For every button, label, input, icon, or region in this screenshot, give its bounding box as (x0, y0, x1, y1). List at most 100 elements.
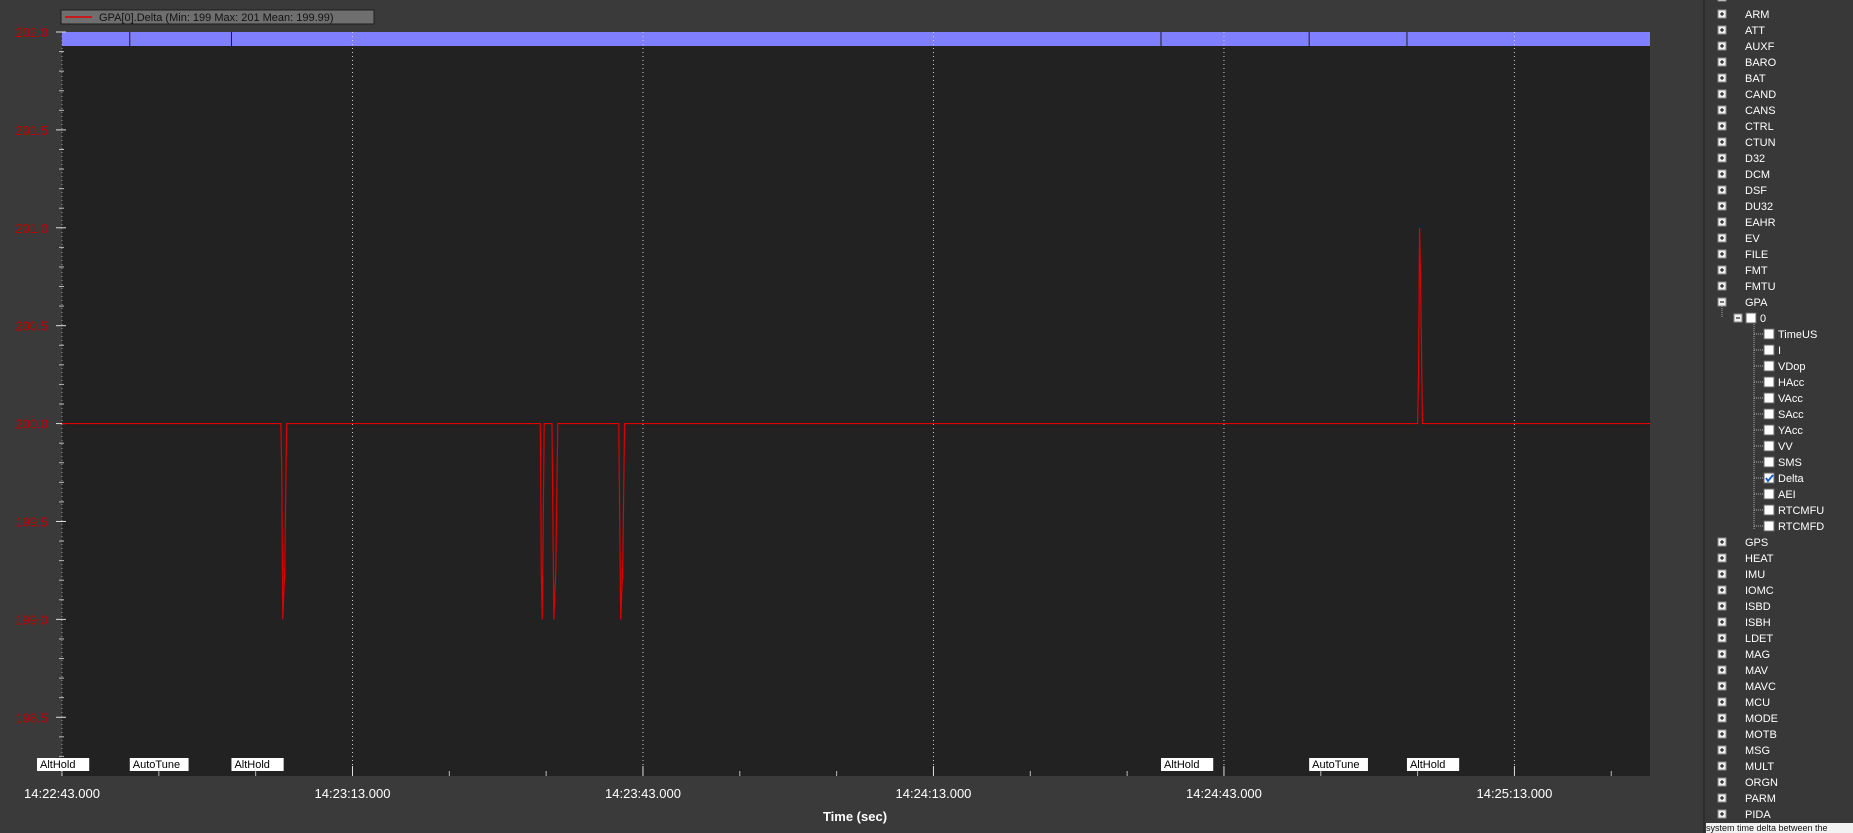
tree-field-label[interactable]: SMS (1778, 457, 1802, 469)
tree-item-label[interactable]: PIDA (1745, 809, 1771, 821)
expand-icon[interactable] (1717, 713, 1727, 723)
expand-icon[interactable] (1717, 697, 1727, 707)
expand-icon[interactable] (1717, 217, 1727, 227)
graph-area[interactable]: 14:22:43.000 14:23:13.000 14:23:43.000 14:2… (0, 0, 1700, 833)
expand-icon[interactable] (1717, 281, 1727, 291)
expand-icon[interactable] (1717, 121, 1727, 131)
tree-item-label[interactable]: EAHR (1745, 217, 1776, 229)
tree-item-label[interactable]: EV (1745, 233, 1760, 245)
expand-icon[interactable] (1717, 201, 1727, 211)
plot-area[interactable] (62, 32, 1650, 776)
collapse-icon[interactable] (1717, 297, 1727, 307)
expand-icon[interactable] (1717, 553, 1727, 563)
expand-icon[interactable] (1717, 9, 1727, 19)
tree-item-label[interactable]: FMT (1745, 265, 1768, 277)
tree-item-label[interactable]: CTRL (1745, 121, 1774, 133)
field-checkbox[interactable] (1763, 520, 1775, 532)
tree-item-label[interactable]: D32 (1745, 153, 1765, 165)
tree-field-label[interactable]: I (1778, 345, 1781, 357)
expand-icon[interactable] (1717, 777, 1727, 787)
tree-item-label[interactable]: GPA (1745, 297, 1768, 309)
tree-item-label[interactable]: MULT (1745, 761, 1774, 773)
field-checkbox[interactable] (1763, 408, 1775, 420)
expand-icon[interactable] (1717, 569, 1727, 579)
tree-item-label[interactable]: ARM (1745, 9, 1769, 21)
tree-item-label[interactable]: DCM (1745, 169, 1770, 181)
tree-item-label[interactable]: AUXF (1745, 41, 1775, 53)
tree-field-label[interactable]: AEI (1778, 489, 1796, 501)
tree-item-label[interactable]: FILE (1745, 249, 1768, 261)
field-checkbox[interactable] (1763, 504, 1775, 516)
tree-item-label[interactable]: MODE (1745, 713, 1778, 725)
field-checkbox[interactable] (1763, 328, 1775, 340)
expand-icon[interactable] (1717, 73, 1727, 83)
tree-item-label[interactable]: BARO (1745, 57, 1777, 69)
tree-item-label[interactable]: IOMC (1745, 585, 1774, 597)
expand-icon[interactable] (1717, 153, 1727, 163)
expand-icon[interactable] (1717, 0, 1727, 2)
expand-icon[interactable] (1717, 793, 1727, 803)
field-checkbox[interactable] (1763, 344, 1775, 356)
tree-item-label[interactable]: DSF (1745, 185, 1767, 197)
expand-icon[interactable] (1717, 265, 1727, 275)
tree-item-label[interactable]: MAG (1745, 649, 1770, 661)
tree-field-label[interactable]: Delta (1778, 473, 1805, 485)
expand-icon[interactable] (1717, 633, 1727, 643)
tree-item-label[interactable]: HEAT (1745, 553, 1774, 565)
tree-item-label[interactable]: DU32 (1745, 201, 1773, 213)
expand-icon[interactable] (1717, 137, 1727, 147)
tree-item-label[interactable]: FMTU (1745, 281, 1776, 293)
tree-instance-label[interactable]: 0 (1760, 313, 1766, 325)
tree-item-label[interactable]: MAV (1745, 665, 1769, 677)
field-checkbox[interactable] (1763, 472, 1775, 484)
tree-item-label[interactable]: MSG (1745, 745, 1770, 757)
tree-field-label[interactable]: VV (1778, 441, 1793, 453)
expand-icon[interactable] (1717, 25, 1727, 35)
expand-icon[interactable] (1717, 105, 1727, 115)
field-checkbox[interactable] (1763, 424, 1775, 436)
expand-icon[interactable] (1717, 649, 1727, 659)
tree-item-label[interactable]: GPS (1745, 537, 1768, 549)
tree-item-label[interactable]: CTUN (1745, 137, 1776, 149)
data-tree-panel[interactable]: ARM ATT AUXF BARO BAT CAND CANS CTRL CTUN D32 DCM D… (1701, 0, 1853, 833)
field-checkbox[interactable] (1763, 456, 1775, 468)
expand-icon[interactable] (1717, 761, 1727, 771)
expand-icon[interactable] (1717, 681, 1727, 691)
tree-item-label[interactable]: ORGN (1745, 777, 1778, 789)
expand-icon[interactable] (1717, 89, 1727, 99)
tree-item-label[interactable]: CANS (1745, 105, 1776, 117)
tree-item-label[interactable]: LDET (1745, 633, 1773, 645)
tree-field-label[interactable]: VAcc (1778, 393, 1803, 405)
tree-field-label[interactable]: VDop (1778, 361, 1806, 373)
expand-icon[interactable] (1717, 57, 1727, 67)
field-checkbox[interactable] (1763, 440, 1775, 452)
expand-icon[interactable] (1717, 585, 1727, 595)
field-checkbox[interactable] (1763, 488, 1775, 500)
expand-icon[interactable] (1717, 809, 1727, 819)
tree-item-label[interactable]: MAVC (1745, 681, 1776, 693)
instance-checkbox[interactable] (1745, 312, 1757, 324)
expand-icon[interactable] (1717, 169, 1727, 179)
tree-field-label[interactable]: YAcc (1778, 425, 1803, 437)
tree-item-label[interactable]: MCU (1745, 697, 1770, 709)
field-checkbox[interactable] (1763, 360, 1775, 372)
tree-field-label[interactable]: TimeUS (1778, 329, 1817, 341)
field-checkbox[interactable] (1763, 376, 1775, 388)
expand-icon[interactable] (1717, 537, 1727, 547)
expand-icon[interactable] (1717, 41, 1727, 51)
tree-field-label[interactable]: HAcc (1778, 377, 1805, 389)
expand-icon[interactable] (1717, 249, 1727, 259)
legend-box[interactable]: GPA[0].Delta (Min: 199 Max: 201 Mean: 19… (60, 9, 375, 25)
expand-icon[interactable] (1717, 185, 1727, 195)
expand-icon[interactable] (1717, 233, 1727, 243)
tree-item-label[interactable]: ISBH (1745, 617, 1771, 629)
tree-field-label[interactable]: RTCMFU (1778, 505, 1824, 517)
tree-item-label[interactable]: BAT (1745, 73, 1766, 85)
expand-icon[interactable] (1717, 617, 1727, 627)
tree-item-label[interactable]: ATT (1745, 25, 1765, 37)
tree-item-label[interactable]: CAND (1745, 89, 1776, 101)
expand-icon[interactable] (1717, 601, 1727, 611)
tree-item-label[interactable]: IMU (1745, 569, 1765, 581)
tree-item-label[interactable]: MOTB (1745, 729, 1777, 741)
tree-field-label[interactable]: SAcc (1778, 409, 1804, 421)
